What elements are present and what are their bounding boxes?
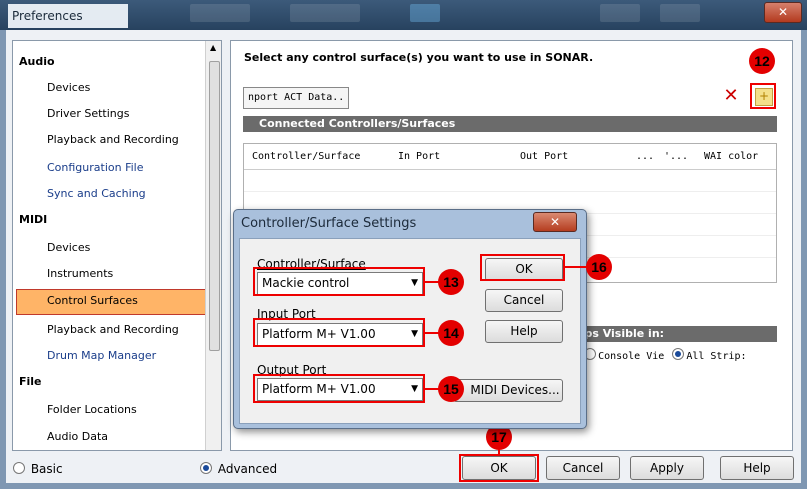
apply-button[interactable]: Apply (630, 456, 704, 480)
tree-item-midi-playback-recording[interactable]: Playback and Recording (13, 317, 221, 343)
callout-14-connector (425, 332, 439, 334)
tree-item-folder-locations[interactable]: Folder Locations (13, 397, 221, 423)
dialog-close-button[interactable]: ✕ (533, 212, 577, 232)
tree-item-instruments[interactable]: Instruments (13, 261, 221, 287)
add-controller-icon[interactable]: + (750, 83, 776, 109)
strip-option-all[interactable]: All Strip: (686, 351, 746, 362)
tree-scrollbar[interactable]: ▲ (205, 41, 221, 450)
preferences-tree[interactable]: Audio Devices Driver Settings Playback a… (12, 40, 222, 451)
advanced-radio[interactable] (200, 462, 212, 474)
column-header-out-port[interactable]: Out Port (520, 151, 568, 162)
callout-14: 14 (438, 320, 464, 346)
delete-icon[interactable]: ✕ (722, 87, 740, 105)
tree-category-audio[interactable]: Audio (13, 49, 211, 75)
callout-12: 12 (749, 48, 775, 74)
callout-15: 15 (438, 376, 464, 402)
background-tile (190, 4, 250, 22)
tree-item-audio-playback-recording[interactable]: Playback and Recording (13, 127, 221, 153)
grid-line (244, 191, 776, 192)
callout-13: 13 (438, 269, 464, 295)
tree-item-driver-settings[interactable]: Driver Settings (13, 101, 221, 127)
callout-13-connector (425, 281, 439, 283)
basic-radio[interactable] (13, 462, 25, 474)
column-header-in-port[interactable]: In Port (398, 151, 440, 162)
window-title: Preferences (8, 4, 128, 28)
dialog-help-button[interactable]: Help (485, 320, 563, 343)
output-port-highlight (253, 374, 425, 403)
input-port-highlight (253, 318, 425, 347)
controller-select-highlight (253, 267, 425, 296)
column-header-col4[interactable]: ... (636, 151, 654, 162)
ok-button-highlight (459, 454, 539, 482)
dialog-ok-highlight (480, 254, 565, 281)
strip-option-console[interactable]: Console Vie (598, 351, 664, 362)
background-tile (410, 4, 440, 22)
strips-visible-title: trips Visible in: (570, 326, 777, 342)
tree-item-midi-devices[interactable]: Devices (13, 235, 221, 261)
tree-scrollbar-thumb[interactable] (209, 61, 220, 351)
dialog-title: Controller/Surface Settings (241, 216, 417, 231)
tree-item-drum-map-manager[interactable]: Drum Map Manager (13, 343, 221, 369)
scroll-up-arrow-icon[interactable]: ▲ (210, 43, 216, 52)
import-act-data-button[interactable]: nport ACT Data.. (243, 87, 349, 109)
dialog-cancel-button[interactable]: Cancel (485, 289, 563, 312)
tree-item-audio-data[interactable]: Audio Data (13, 424, 221, 450)
tree-item-audio-devices[interactable]: Devices (13, 75, 221, 101)
midi-devices-button[interactable]: MIDI Devices... (453, 379, 563, 402)
background-tile (660, 4, 700, 22)
advanced-label: Advanced (217, 462, 278, 476)
column-header-controller[interactable]: Controller/Surface (252, 151, 360, 162)
background-tile (600, 4, 640, 22)
connected-controllers-title: Connected Controllers/Surfaces (243, 116, 777, 132)
header-divider (244, 169, 776, 170)
tree-item-configuration-file[interactable]: Configuration File (13, 155, 221, 181)
tree-item-sync-caching[interactable]: Sync and Caching (13, 181, 221, 207)
background-tile (290, 4, 360, 22)
tree-item-control-surfaces[interactable]: Control Surfaces (16, 289, 221, 315)
callout-15-connector (425, 388, 439, 390)
basic-option[interactable]: Basic (11, 462, 63, 476)
column-header-wai-color[interactable]: WAI color (704, 151, 758, 162)
pane-header: Select any control surface(s) you want t… (244, 51, 594, 64)
tree-category-midi[interactable]: MIDI (13, 207, 211, 233)
strips-visible-options: w Console Vie All Strip: (570, 348, 800, 366)
callout-16: 16 (586, 254, 612, 280)
advanced-option[interactable]: Advanced (198, 462, 277, 476)
window-close-button[interactable]: ✕ (764, 2, 802, 23)
help-button[interactable]: Help (720, 456, 794, 480)
callout-16-connector (565, 266, 587, 268)
column-header-col5[interactable]: '... (664, 151, 688, 162)
basic-label: Basic (30, 462, 63, 476)
strip-radio-all[interactable] (672, 348, 685, 360)
cancel-button[interactable]: Cancel (546, 456, 620, 480)
tree-category-file[interactable]: File (13, 369, 211, 395)
